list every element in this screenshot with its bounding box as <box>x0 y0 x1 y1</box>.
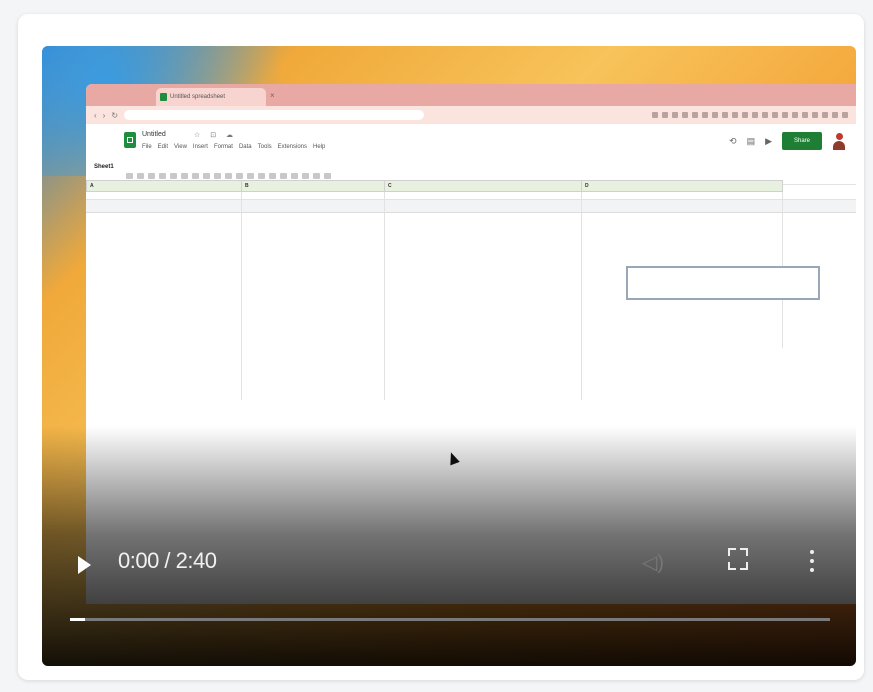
link-icon[interactable] <box>324 173 331 179</box>
browser-tab[interactable]: Untitled spreadsheet <box>156 88 266 106</box>
paint-format-icon[interactable] <box>159 173 166 179</box>
share-button[interactable]: Share <box>782 132 822 150</box>
table-cell[interactable] <box>86 191 242 244</box>
extension-icons <box>652 112 848 118</box>
currency-icon[interactable] <box>181 173 188 179</box>
table-cell[interactable] <box>581 296 783 348</box>
percent-icon[interactable] <box>192 173 199 179</box>
menu-item[interactable]: Tools <box>258 144 272 150</box>
column-header[interactable]: A <box>86 180 242 192</box>
table-cell[interactable] <box>384 244 582 296</box>
table-cell[interactable] <box>241 244 385 296</box>
menu-item[interactable]: Extensions <box>278 144 307 150</box>
video-player[interactable]: Untitled spreadsheet × ‹ › ↻ Untitled ☆ … <box>42 46 856 666</box>
fullscreen-icon[interactable] <box>728 548 748 570</box>
time-display: 0:00 / 2:40 <box>118 548 217 573</box>
table-cell[interactable] <box>241 296 385 348</box>
sheets-favicon-icon <box>160 93 167 101</box>
reload-icon[interactable]: ↻ <box>111 111 118 120</box>
table-cell[interactable] <box>86 244 242 296</box>
progress-bar[interactable] <box>70 618 830 621</box>
document-title[interactable]: Untitled <box>142 131 166 138</box>
menu-bar: File Edit View Insert Format Data Tools … <box>142 144 325 150</box>
url-input[interactable] <box>124 110 425 120</box>
tab-strip: Untitled spreadsheet × <box>86 84 856 106</box>
sheets-logo-icon[interactable] <box>124 132 136 148</box>
empty-rows <box>86 348 783 400</box>
fill-color-icon[interactable] <box>269 173 276 179</box>
sheets-header: Untitled ☆ ⊡ ☁ File Edit View Insert For… <box>86 124 856 168</box>
tab-title: Untitled spreadsheet <box>170 94 226 100</box>
forward-icon[interactable]: › <box>103 111 106 120</box>
play-icon[interactable] <box>78 556 91 574</box>
sheet-title: Sheet1 <box>94 164 114 170</box>
bold-icon[interactable] <box>225 173 232 179</box>
address-bar: ‹ › ↻ <box>86 106 856 124</box>
comment-icon[interactable]: ▤ <box>747 136 756 147</box>
wrap-icon[interactable] <box>313 173 320 179</box>
font-icon[interactable] <box>203 173 210 179</box>
table-cell[interactable] <box>384 191 582 244</box>
zoom-icon[interactable] <box>170 173 177 179</box>
column-header[interactable]: C <box>384 180 582 192</box>
menu-item[interactable]: Help <box>313 144 325 150</box>
close-tab-icon[interactable]: × <box>270 91 275 100</box>
table-cell[interactable] <box>241 191 385 244</box>
column-header[interactable]: D <box>581 180 783 192</box>
strikethrough-icon[interactable] <box>247 173 254 179</box>
header-actions: ⟲ ▤ ▶ Share <box>729 132 846 150</box>
column-header[interactable]: B <box>241 180 385 192</box>
meet-icon[interactable]: ▶ <box>765 136 772 147</box>
table-cell[interactable] <box>384 296 582 348</box>
font-size-icon[interactable] <box>214 173 221 179</box>
undo-icon[interactable] <box>126 173 133 179</box>
avatar-icon[interactable] <box>832 132 846 150</box>
menu-item[interactable]: Data <box>239 144 252 150</box>
history-icon[interactable]: ⟲ <box>729 136 737 147</box>
align-icon[interactable] <box>302 173 309 179</box>
back-icon[interactable]: ‹ <box>94 111 97 120</box>
italic-icon[interactable] <box>236 173 243 179</box>
more-vert-icon[interactable] <box>810 550 814 572</box>
merge-icon[interactable] <box>291 173 298 179</box>
print-icon[interactable] <box>148 173 155 179</box>
menu-item[interactable]: File <box>142 144 152 150</box>
table-row <box>86 191 783 244</box>
selected-cell[interactable] <box>626 266 820 300</box>
menu-item[interactable]: View <box>174 144 187 150</box>
table-row <box>86 296 783 348</box>
volume-icon[interactable]: ◁) <box>642 550 664 575</box>
menu-item[interactable]: Edit <box>158 144 168 150</box>
table-cell[interactable] <box>86 296 242 348</box>
progress-fill <box>70 618 86 621</box>
table-cell[interactable] <box>581 191 783 244</box>
text-color-icon[interactable] <box>258 173 265 179</box>
redo-icon[interactable] <box>137 173 144 179</box>
menu-item[interactable]: Format <box>214 144 233 150</box>
player-controls: 0:00 / 2:40 ◁) <box>42 526 856 586</box>
header-row: A B C D <box>86 180 783 192</box>
title-icons[interactable]: ☆ ⊡ ☁ <box>194 131 237 139</box>
borders-icon[interactable] <box>280 173 287 179</box>
menu-item[interactable]: Insert <box>193 144 208 150</box>
